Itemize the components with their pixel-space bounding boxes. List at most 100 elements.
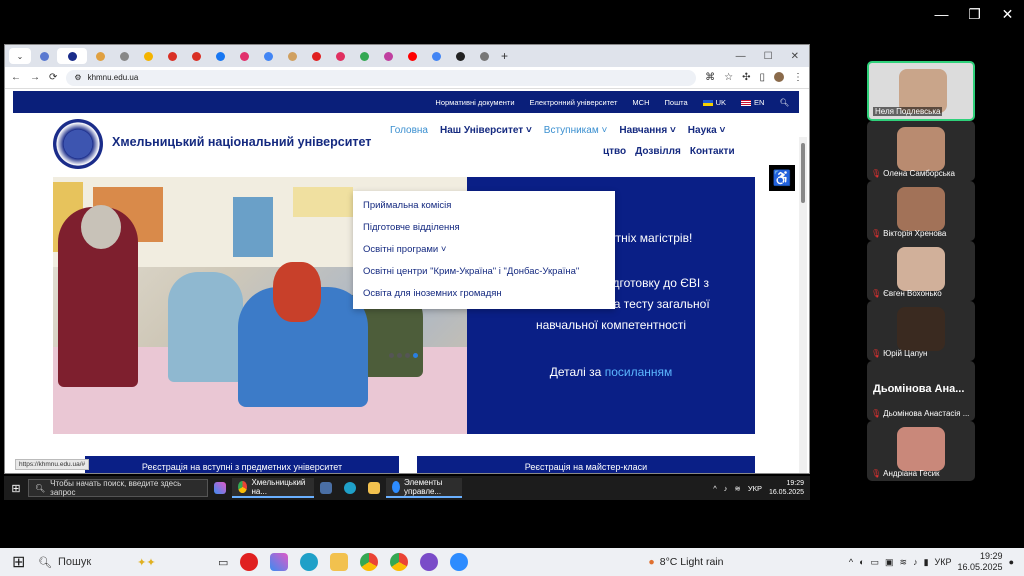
- nav-normative-docs[interactable]: Нормативні документи: [435, 98, 514, 107]
- new-tab-icon[interactable]: +: [501, 49, 508, 63]
- clock[interactable]: 19:29 16.05.2025: [769, 479, 804, 497]
- slider-dot[interactable]: [397, 353, 402, 358]
- volume-icon[interactable]: ♪: [913, 557, 918, 567]
- tab[interactable]: [89, 48, 111, 64]
- tab[interactable]: [425, 48, 447, 64]
- taskbar-zoom-app[interactable]: Элементы управле...: [386, 478, 462, 498]
- tab[interactable]: [353, 48, 375, 64]
- lang-indicator[interactable]: УКР: [748, 484, 762, 493]
- volume-icon[interactable]: ♪: [724, 484, 728, 493]
- taskbar-edge-icon[interactable]: [338, 478, 362, 498]
- university-name[interactable]: Хмельницький національний університет: [112, 135, 371, 149]
- tab[interactable]: [209, 48, 231, 64]
- profile-avatar[interactable]: [774, 72, 784, 82]
- viber-icon[interactable]: [420, 553, 439, 571]
- tab[interactable]: [449, 48, 471, 64]
- sidepanel-icon[interactable]: ▯: [759, 72, 765, 83]
- weather-widget[interactable]: ● 8°C Light rain: [648, 556, 723, 568]
- tab-active[interactable]: [57, 48, 87, 64]
- search-icon[interactable]: 🔍︎: [779, 98, 789, 107]
- tab[interactable]: [233, 48, 255, 64]
- edge-icon[interactable]: [300, 553, 319, 571]
- dropdown-item-education-centers[interactable]: Освітні центри "Крим-Україна" і "Донбас-…: [353, 261, 615, 283]
- task-view-icon[interactable]: ▭: [218, 556, 228, 569]
- tab[interactable]: [377, 48, 399, 64]
- taskbar-copilot-icon[interactable]: [208, 478, 232, 498]
- chevron-up-icon[interactable]: ^: [713, 484, 717, 493]
- dropdown-item-programs[interactable]: Освітні програми ˅: [353, 239, 615, 261]
- page-scrollbar[interactable]: [799, 137, 807, 473]
- slider-dot-active[interactable]: [413, 353, 418, 358]
- taskbar-search[interactable]: 🔍︎ Чтобы начать поиск, введите здесь зап…: [28, 479, 208, 497]
- participant-tile[interactable]: 🎙︎ Олена Самборська: [867, 121, 975, 181]
- menu-leisure[interactable]: Дозвілля: [635, 146, 681, 157]
- bookmark-star-icon[interactable]: ☆: [724, 72, 733, 83]
- participant-tile[interactable]: 🎙︎ Юрій Цапун: [867, 301, 975, 361]
- wifi-icon[interactable]: ≋: [900, 557, 908, 568]
- menu-partial[interactable]: цтво: [603, 146, 626, 157]
- zoom-icon[interactable]: [450, 553, 469, 571]
- lang-indicator[interactable]: УКР: [935, 557, 952, 567]
- camera-icon[interactable]: ▣: [885, 557, 894, 568]
- tab[interactable]: [257, 48, 279, 64]
- close-icon[interactable]: ✕: [991, 6, 1024, 23]
- back-icon[interactable]: ←: [11, 72, 21, 83]
- slider-dot[interactable]: [405, 353, 410, 358]
- participant-tile[interactable]: Дьомінова Ана... 🎙︎ Дьомінова Анастасія .…: [867, 361, 975, 421]
- chevron-up-icon[interactable]: ^: [849, 557, 853, 567]
- taskbar-search[interactable]: 🔍︎ Пошук ✦✦: [0, 548, 190, 576]
- clock[interactable]: 19:29 16.05.2025: [958, 551, 1003, 573]
- tab[interactable]: [473, 48, 495, 64]
- tab[interactable]: [33, 48, 55, 64]
- url-field[interactable]: ⚙ khmnu.edu.ua: [66, 69, 697, 86]
- menu-contacts[interactable]: Контакти: [690, 146, 735, 157]
- news-card-right[interactable]: Реєстрація на майстер-класи: [417, 456, 755, 473]
- taskbar-explorer-icon[interactable]: [362, 478, 386, 498]
- opera-icon[interactable]: [240, 553, 259, 571]
- chrome-profile-icon[interactable]: [390, 553, 409, 571]
- tray-app-icon[interactable]: ◐: [859, 557, 864, 567]
- maximize-icon[interactable]: ☐: [764, 51, 773, 62]
- slider-dot[interactable]: [389, 353, 394, 358]
- windows-start-icon[interactable]: ⊞: [12, 552, 25, 572]
- menu-science[interactable]: Наука ˅: [688, 125, 726, 136]
- participant-tile[interactable]: 🎙︎ Євген Вохонько: [867, 241, 975, 301]
- tab[interactable]: [401, 48, 423, 64]
- menu-admission[interactable]: Вступникам ˅: [544, 125, 608, 136]
- tab-list-icon[interactable]: ⌄: [9, 48, 31, 64]
- nav-mail[interactable]: Пошта: [665, 98, 688, 107]
- windows-start-icon[interactable]: ⊞: [4, 482, 28, 495]
- news-card-left[interactable]: Реєстрація на вступні з предметних уніве…: [85, 456, 399, 473]
- translate-icon[interactable]: ⌘: [705, 72, 715, 83]
- extensions-icon[interactable]: ✣: [742, 72, 750, 83]
- nav-msn[interactable]: МСН: [632, 98, 649, 107]
- copilot-icon[interactable]: [270, 553, 289, 571]
- monitor-icon[interactable]: ▭: [871, 557, 880, 568]
- menu-study[interactable]: Навчання ˅: [619, 125, 675, 136]
- participant-tile[interactable]: Неля Подлевська: [867, 61, 975, 121]
- tab[interactable]: [185, 48, 207, 64]
- restore-icon[interactable]: ❐: [958, 6, 991, 23]
- menu-home[interactable]: Головна: [390, 125, 428, 136]
- dropdown-item-admission-committee[interactable]: Приймальна комісія: [353, 195, 615, 217]
- menu-university[interactable]: Наш Університет ˅: [440, 125, 532, 136]
- tab[interactable]: [281, 48, 303, 64]
- taskbar-app-icon[interactable]: [314, 478, 338, 498]
- hero-details-link[interactable]: посиланням: [605, 365, 673, 379]
- lang-en[interactable]: EN: [741, 98, 764, 107]
- dropdown-item-foreign-citizens[interactable]: Освіта для іноземних громадян: [353, 283, 615, 305]
- lang-uk[interactable]: UK: [702, 98, 726, 107]
- network-icon[interactable]: ≋: [735, 484, 741, 493]
- file-explorer-icon[interactable]: [330, 553, 349, 571]
- tab[interactable]: [305, 48, 327, 64]
- nav-e-university[interactable]: Електронний університет: [530, 98, 618, 107]
- close-icon[interactable]: ✕: [791, 51, 799, 62]
- notifications-icon[interactable]: ●: [1009, 557, 1014, 567]
- participant-tile[interactable]: 🎙︎ Андріана Гесик: [867, 421, 975, 481]
- tab[interactable]: [329, 48, 351, 64]
- minimize-icon[interactable]: —: [736, 51, 746, 62]
- minimize-icon[interactable]: —: [925, 6, 958, 23]
- participant-tile[interactable]: 🎙︎ Вікторія Хренова: [867, 181, 975, 241]
- forward-icon[interactable]: →: [30, 72, 40, 83]
- university-logo[interactable]: [53, 119, 103, 169]
